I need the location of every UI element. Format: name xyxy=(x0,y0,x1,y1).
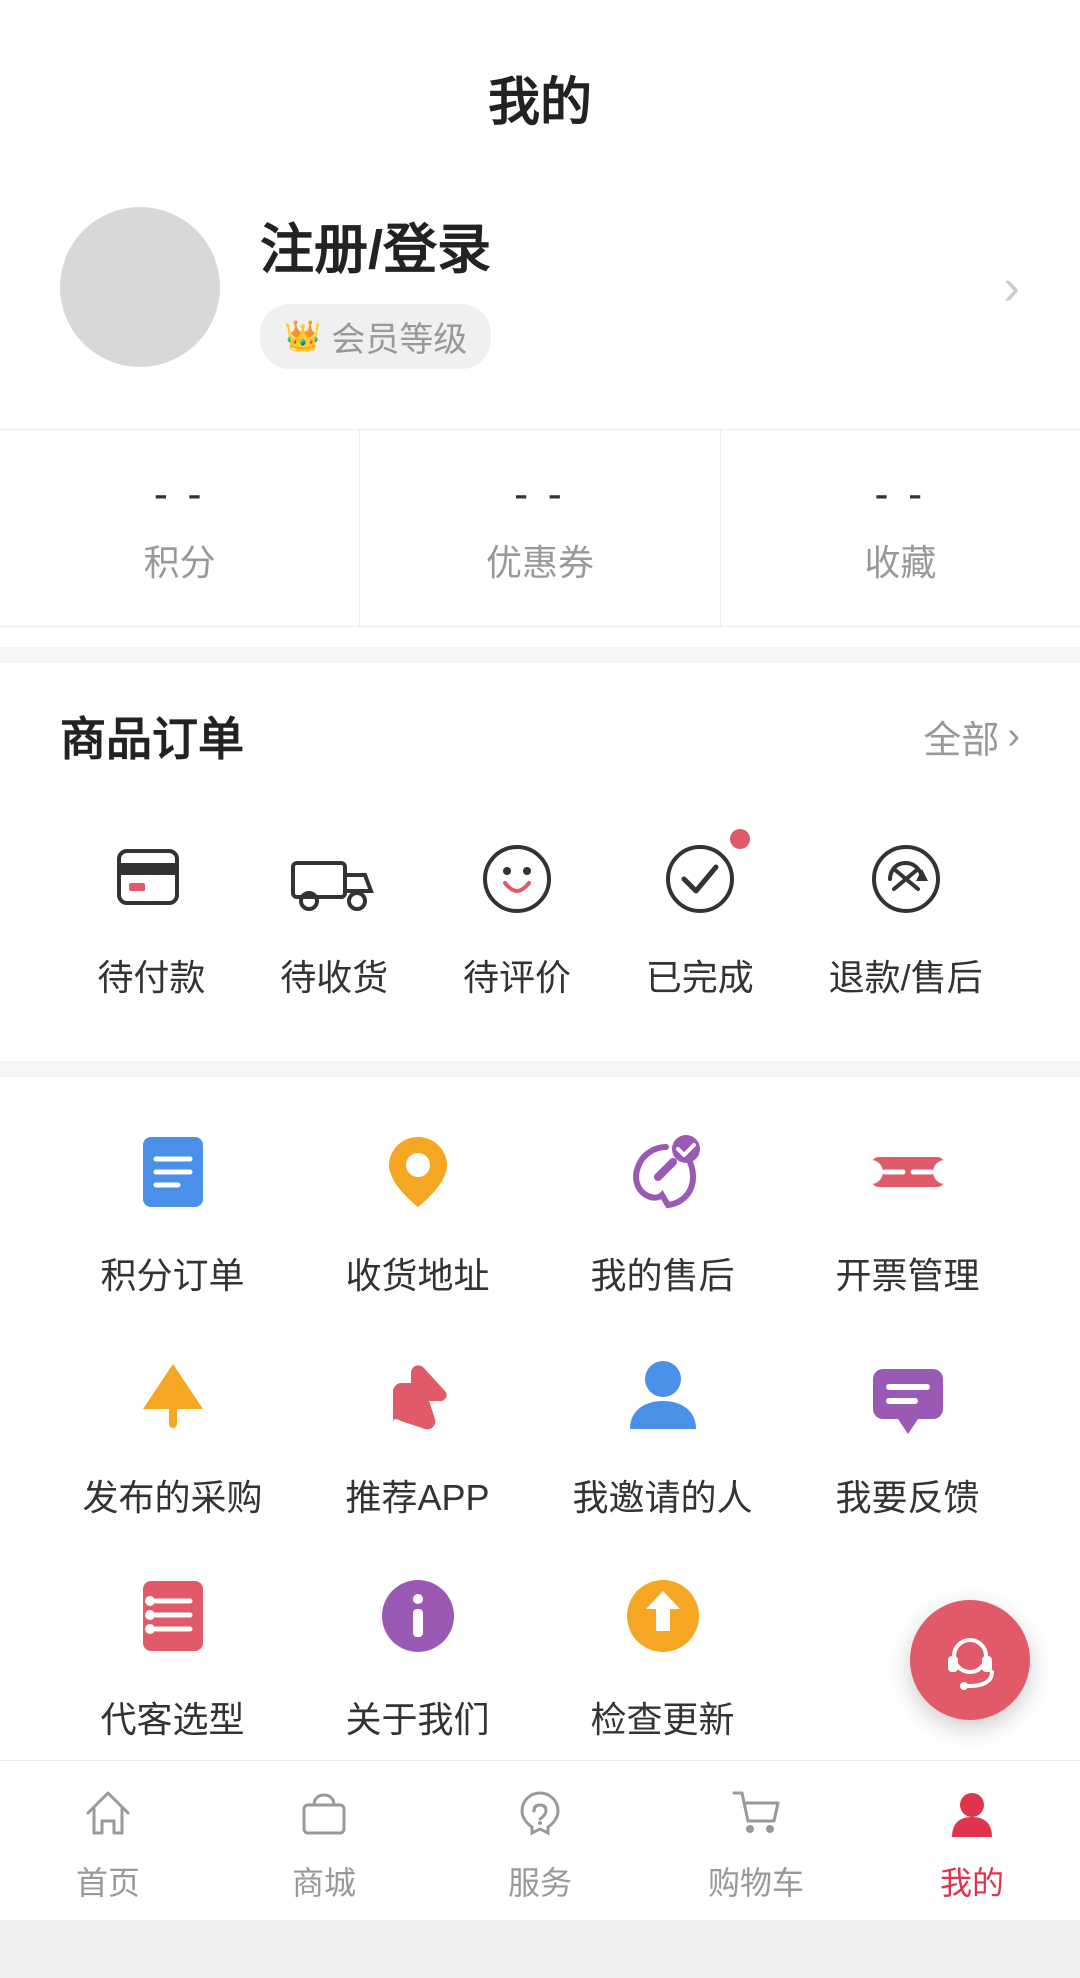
purchase-icon xyxy=(118,1339,228,1449)
menu-row-1: 积分订单 收货地址 我的售后 xyxy=(60,1117,1020,1299)
stat-coupons-label: 优惠券 xyxy=(380,534,699,586)
fab-customer-service[interactable] xyxy=(910,1600,1030,1720)
feedback-label: 我要反馈 xyxy=(835,1469,979,1521)
order-pending-delivery[interactable]: 待收货 xyxy=(280,829,388,1001)
crown-icon: 👑 xyxy=(284,319,321,354)
nav-mine[interactable]: 我的 xyxy=(864,1761,1080,1920)
order-refund[interactable]: 退款/售后 xyxy=(829,829,983,1001)
nav-home-label: 首页 xyxy=(76,1858,140,1904)
order-complete[interactable]: 已完成 xyxy=(646,829,754,1001)
stat-points[interactable]: - - 积分 xyxy=(0,430,360,626)
nav-shop[interactable]: 商城 xyxy=(216,1761,432,1920)
menu-recommend[interactable]: 推荐APP xyxy=(305,1339,530,1521)
purchase-label: 发布的采购 xyxy=(82,1469,262,1521)
divider-2 xyxy=(0,1061,1080,1077)
complete-label: 已完成 xyxy=(646,949,754,1001)
pending-payment-icon xyxy=(101,829,201,929)
proxy-select-icon xyxy=(118,1561,228,1671)
menu-address[interactable]: 收货地址 xyxy=(305,1117,530,1299)
profile-arrow: › xyxy=(1003,258,1020,316)
nav-cart[interactable]: 购物车 xyxy=(648,1761,864,1920)
nav-shop-label: 商城 xyxy=(292,1858,356,1904)
refund-icon xyxy=(856,829,956,929)
proxy-select-label: 代客选型 xyxy=(100,1691,244,1743)
pending-payment-label: 待付款 xyxy=(97,949,205,1001)
stat-coupons-value: - - xyxy=(380,470,699,518)
menu-aftersale[interactable]: 我的售后 xyxy=(550,1117,775,1299)
orders-header: 商品订单 全部 › xyxy=(60,703,1020,769)
refund-label: 退款/售后 xyxy=(829,949,983,1001)
recommend-icon xyxy=(363,1339,473,1449)
member-badge: 👑 会员等级 xyxy=(260,304,491,369)
stat-points-label: 积分 xyxy=(20,534,339,586)
menu-points-order[interactable]: 积分订单 xyxy=(60,1117,285,1299)
recommend-label: 推荐APP xyxy=(345,1469,489,1521)
aftersale-icon xyxy=(608,1117,718,1227)
orders-title: 商品订单 xyxy=(60,703,244,769)
mine-icon xyxy=(937,1778,1007,1848)
menu-invite[interactable]: 我邀请的人 xyxy=(550,1339,775,1521)
update-icon xyxy=(608,1561,718,1671)
pending-review-label: 待评价 xyxy=(463,949,571,1001)
stat-coupons[interactable]: - - 优惠券 xyxy=(360,430,720,626)
pending-delivery-label: 待收货 xyxy=(280,949,388,1001)
menu-row-3: 代客选型 关于我们 检查更新 xyxy=(60,1561,1020,1743)
home-icon xyxy=(73,1778,143,1848)
orders-section: 商品订单 全部 › 待付款 xyxy=(0,663,1080,1061)
page-title: 我的 xyxy=(0,0,1080,165)
stat-favorites[interactable]: - - 收藏 xyxy=(721,430,1080,626)
nav-cart-label: 购物车 xyxy=(708,1858,804,1904)
about-icon xyxy=(363,1561,473,1671)
menu-invoice[interactable]: 开票管理 xyxy=(795,1117,1020,1299)
menu-about[interactable]: 关于我们 xyxy=(305,1561,530,1743)
order-icons-row: 待付款 待收货 xyxy=(60,809,1020,1041)
stat-favorites-value: - - xyxy=(741,470,1060,518)
order-pending-payment[interactable]: 待付款 xyxy=(97,829,205,1001)
pending-review-icon xyxy=(467,829,567,929)
stat-favorites-label: 收藏 xyxy=(741,534,1060,586)
address-icon xyxy=(363,1117,473,1227)
orders-all-link[interactable]: 全部 › xyxy=(923,709,1020,764)
stat-points-value: - - xyxy=(20,470,339,518)
invite-label: 我邀请的人 xyxy=(572,1469,752,1521)
update-label: 检查更新 xyxy=(590,1691,734,1743)
address-label: 收货地址 xyxy=(345,1247,489,1299)
order-pending-review[interactable]: 待评价 xyxy=(463,829,571,1001)
nav-service[interactable]: 服务 xyxy=(432,1761,648,1920)
about-label: 关于我们 xyxy=(345,1691,489,1743)
cart-icon xyxy=(721,1778,791,1848)
menu-row-2: 发布的采购 推荐APP 我邀请的人 xyxy=(60,1339,1020,1521)
profile-section[interactable]: 注册/登录 👑 会员等级 › xyxy=(0,165,1080,409)
stats-section: - - 积分 - - 优惠券 - - 收藏 xyxy=(0,429,1080,627)
profile-info: 注册/登录 👑 会员等级 xyxy=(260,205,1003,369)
invite-icon xyxy=(608,1339,718,1449)
menu-feedback[interactable]: 我要反馈 xyxy=(795,1339,1020,1521)
nav-home[interactable]: 首页 xyxy=(0,1761,216,1920)
aftersale-label: 我的售后 xyxy=(590,1247,734,1299)
nav-service-label: 服务 xyxy=(508,1858,572,1904)
headset-icon xyxy=(938,1628,1002,1692)
complete-icon xyxy=(650,829,750,929)
points-order-icon xyxy=(118,1117,228,1227)
feedback-icon xyxy=(853,1339,963,1449)
nav-mine-label: 我的 xyxy=(940,1858,1004,1904)
menu-update[interactable]: 检查更新 xyxy=(550,1561,775,1743)
invoice-icon xyxy=(853,1117,963,1227)
service-icon xyxy=(505,1778,575,1848)
points-order-label: 积分订单 xyxy=(100,1247,244,1299)
pending-delivery-icon xyxy=(284,829,384,929)
avatar xyxy=(60,207,220,367)
bottom-nav: 首页 商城 服务 购物车 xyxy=(0,1760,1080,1920)
menu-proxy-select[interactable]: 代客选型 xyxy=(60,1561,285,1743)
menu-purchase[interactable]: 发布的采购 xyxy=(60,1339,285,1521)
orders-arrow-icon: › xyxy=(1007,715,1020,758)
divider-1 xyxy=(0,647,1080,663)
shop-icon xyxy=(289,1778,359,1848)
invoice-label: 开票管理 xyxy=(835,1247,979,1299)
profile-name: 注册/登录 xyxy=(260,205,1003,284)
